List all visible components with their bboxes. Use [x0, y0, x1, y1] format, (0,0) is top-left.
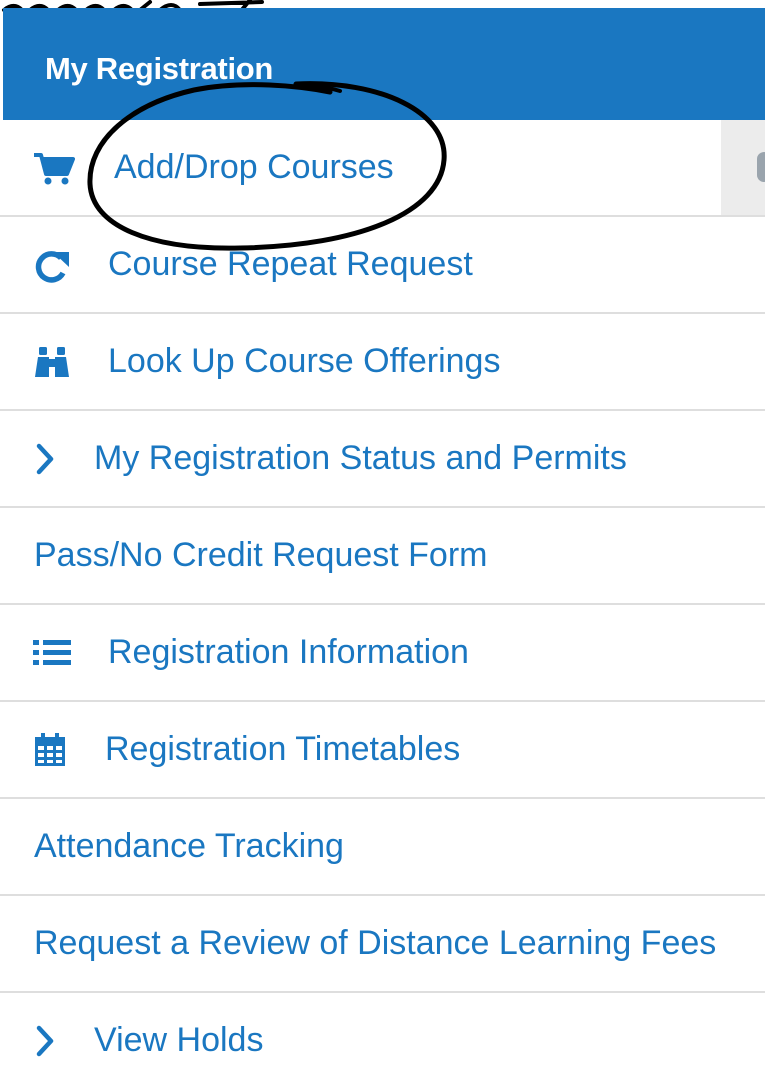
shopping-cart-icon — [34, 153, 75, 185]
chevron-right-icon — [36, 1025, 54, 1057]
chevron-right-icon — [36, 443, 54, 475]
menu-item-label: View Holds — [94, 1021, 264, 1059]
registration-menu: Add/Drop Courses Course Repeat Request L… — [0, 120, 765, 1088]
redo-icon — [35, 251, 69, 283]
menu-item-course-repeat-request[interactable]: Course Repeat Request — [0, 217, 765, 314]
menu-item-attendance-tracking[interactable]: Attendance Tracking — [0, 799, 765, 896]
menu-item-registration-timetables[interactable]: Registration Timetables — [0, 702, 765, 799]
menu-item-label: Registration Information — [108, 633, 469, 671]
tab-handle-icon — [757, 152, 765, 182]
menu-item-registration-information[interactable]: Registration Information — [0, 605, 765, 702]
menu-item-look-up-course-offerings[interactable]: Look Up Course Offerings — [0, 314, 765, 411]
menu-item-label: Course Repeat Request — [108, 245, 473, 283]
menu-item-label: Attendance Tracking — [34, 827, 344, 865]
menu-item-pass-no-credit-form[interactable]: Pass/No Credit Request Form — [0, 508, 765, 605]
menu-item-label: Add/Drop Courses — [114, 148, 394, 186]
binoculars-icon — [35, 347, 69, 377]
menu-item-label: My Registration Status and Permits — [94, 439, 627, 477]
menu-item-label: Registration Timetables — [105, 730, 461, 768]
calendar-icon — [35, 733, 65, 766]
menu-item-label: Look Up Course Offerings — [108, 342, 501, 380]
menu-item-view-holds[interactable]: View Holds — [0, 993, 765, 1088]
menu-item-registration-status-permits[interactable]: My Registration Status and Permits — [0, 411, 765, 508]
page-title: My Registration — [45, 51, 274, 86]
menu-item-distance-learning-fees[interactable]: Request a Review of Distance Learning Fe… — [0, 896, 765, 993]
menu-item-label: Pass/No Credit Request Form — [34, 536, 488, 574]
menu-item-add-drop-courses[interactable]: Add/Drop Courses — [0, 120, 765, 217]
section-header: My Registration — [3, 8, 765, 120]
side-panel-tab[interactable] — [721, 120, 765, 215]
list-icon — [33, 640, 71, 665]
menu-item-label: Request a Review of Distance Learning Fe… — [34, 924, 717, 962]
